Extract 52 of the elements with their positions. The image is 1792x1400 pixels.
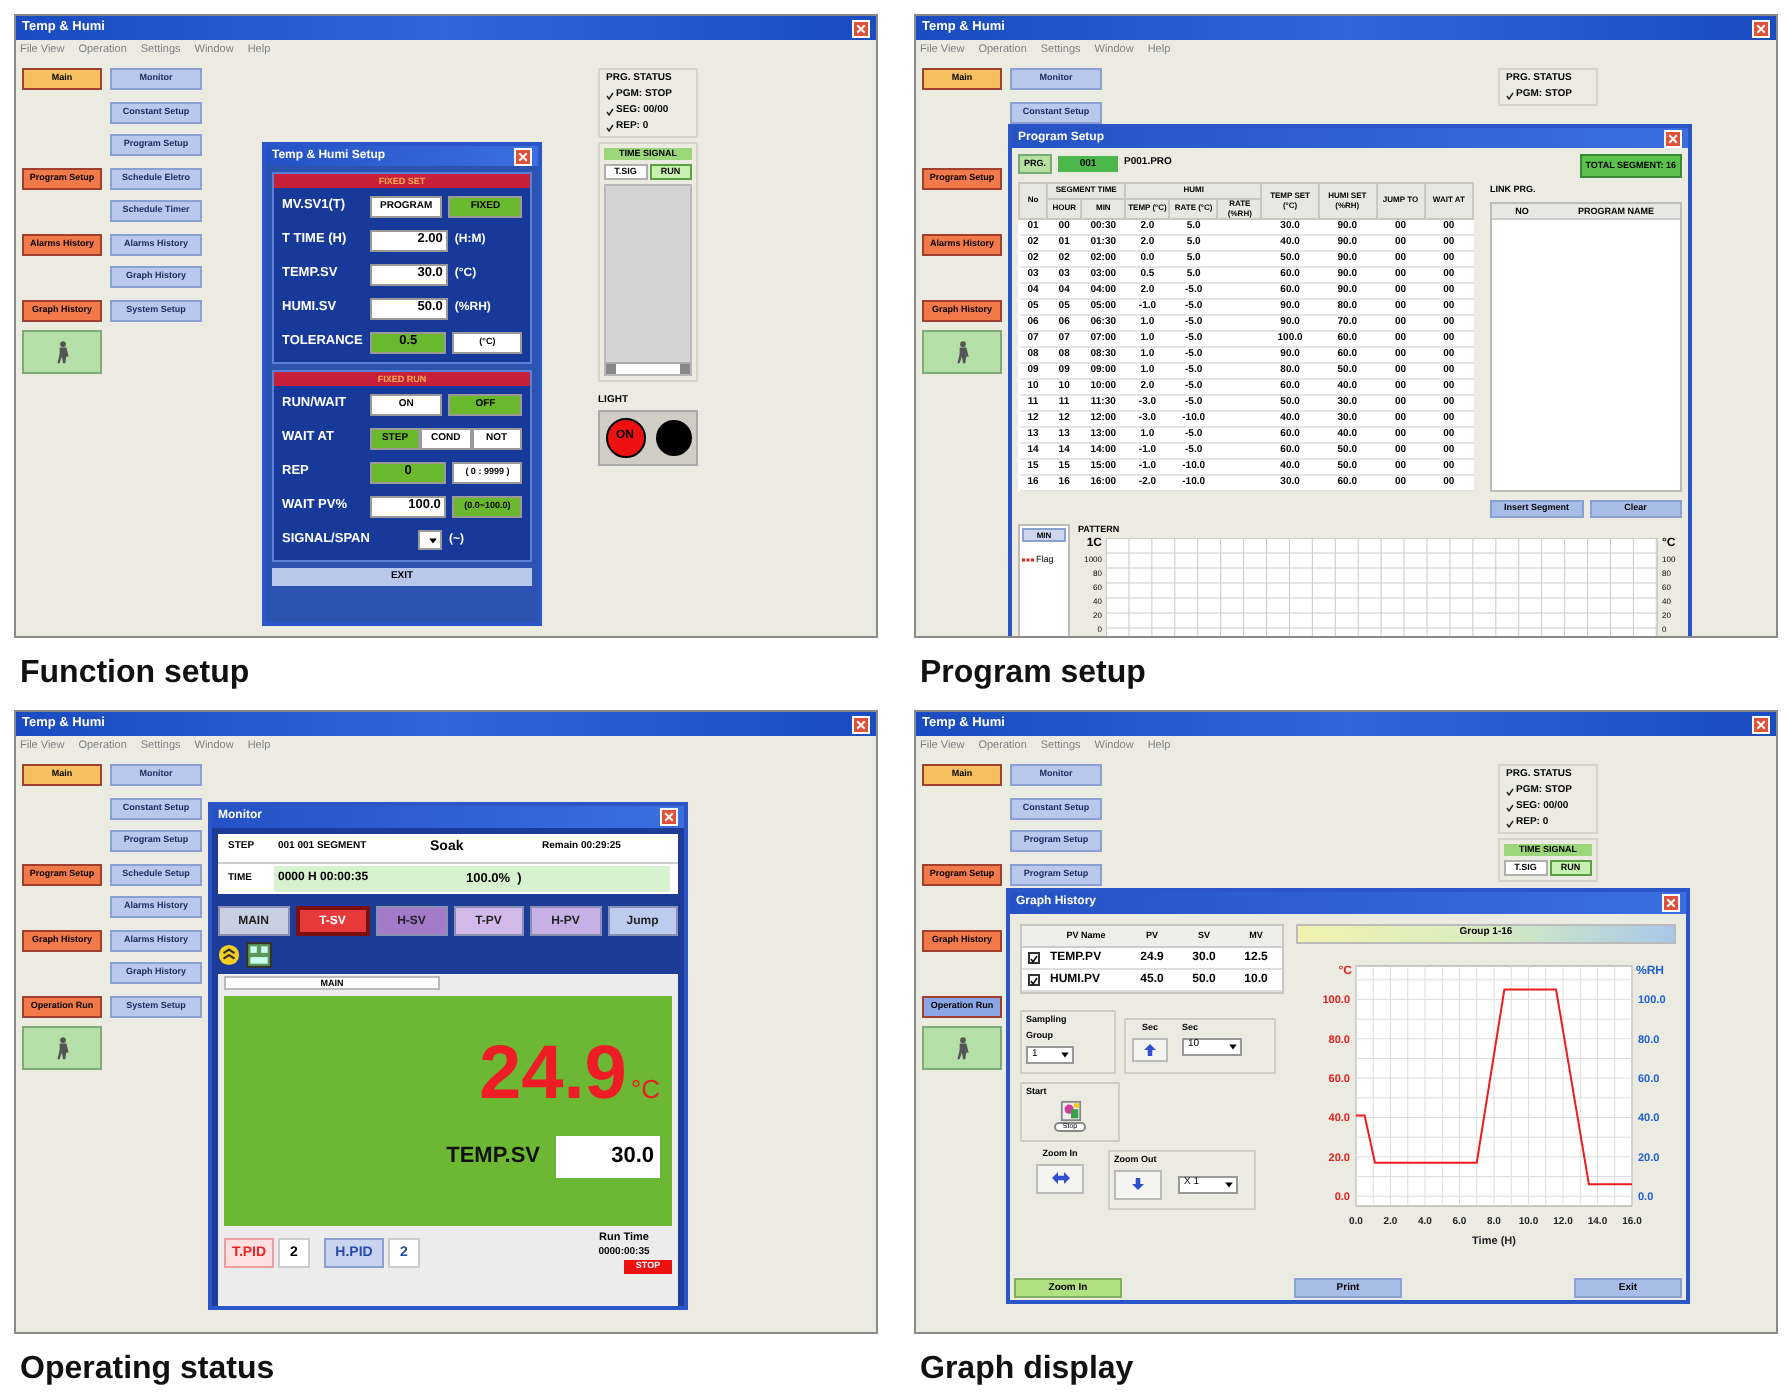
caret-icon [428,535,439,545]
legend-line-icon [1022,558,1034,563]
caption: Function setup [20,654,252,694]
zoom-in-button[interactable] [1036,1163,1084,1193]
person-tile-button[interactable] [22,329,102,373]
close-icon [1668,133,1678,143]
close-icon [664,812,674,822]
set-value-label: TEMP.SV [446,1142,540,1173]
close-button[interactable] [1662,894,1680,912]
person-icon [953,1035,971,1059]
up-arrow-icon [1144,1043,1156,1055]
dropdown[interactable] [418,530,443,550]
close-button[interactable] [1752,19,1770,37]
start-icon [1059,1099,1081,1121]
close-icon [518,151,528,161]
caption: Graph display [920,1350,1136,1390]
close-button[interactable] [1664,129,1682,147]
check-icon [1506,91,1514,99]
temperature-unit: °C [630,1072,660,1108]
horizontal-arrows-icon [1051,1172,1069,1184]
scroll-bar [606,362,690,374]
close-icon [856,23,866,33]
caret-icon [1228,1041,1238,1051]
person-tile-button[interactable] [922,1025,1002,1069]
increase-button[interactable] [1132,1037,1168,1061]
close-icon [1756,23,1766,33]
checkbox[interactable] [1028,952,1040,964]
person-icon [953,339,971,363]
person-icon [53,339,71,363]
temperature-reading: 24.9 [478,1036,627,1112]
down-arrow-icon [1132,1178,1144,1190]
light-off-lamp [655,419,691,455]
person-icon [53,1035,71,1059]
close-button[interactable] [1752,715,1770,733]
person-tile-button[interactable] [22,1025,102,1069]
checkbox[interactable] [1028,974,1040,986]
set-value-field: 30.0 [556,1136,660,1178]
caret-icon [1224,1179,1234,1189]
close-button[interactable] [514,147,532,165]
close-icon [856,719,866,729]
zoom-out-button[interactable] [1114,1169,1162,1199]
close-icon [1666,898,1676,908]
chip-icon [246,942,272,968]
caption: Operating status [20,1350,277,1390]
close-button[interactable] [852,715,870,733]
close-icon [1756,719,1766,729]
alarm-icon [218,944,240,966]
caret-icon [1060,1050,1070,1060]
close-button[interactable] [852,19,870,37]
close-button[interactable] [660,808,678,826]
person-tile-button[interactable] [922,329,1002,373]
caption: Program setup [920,654,1148,694]
